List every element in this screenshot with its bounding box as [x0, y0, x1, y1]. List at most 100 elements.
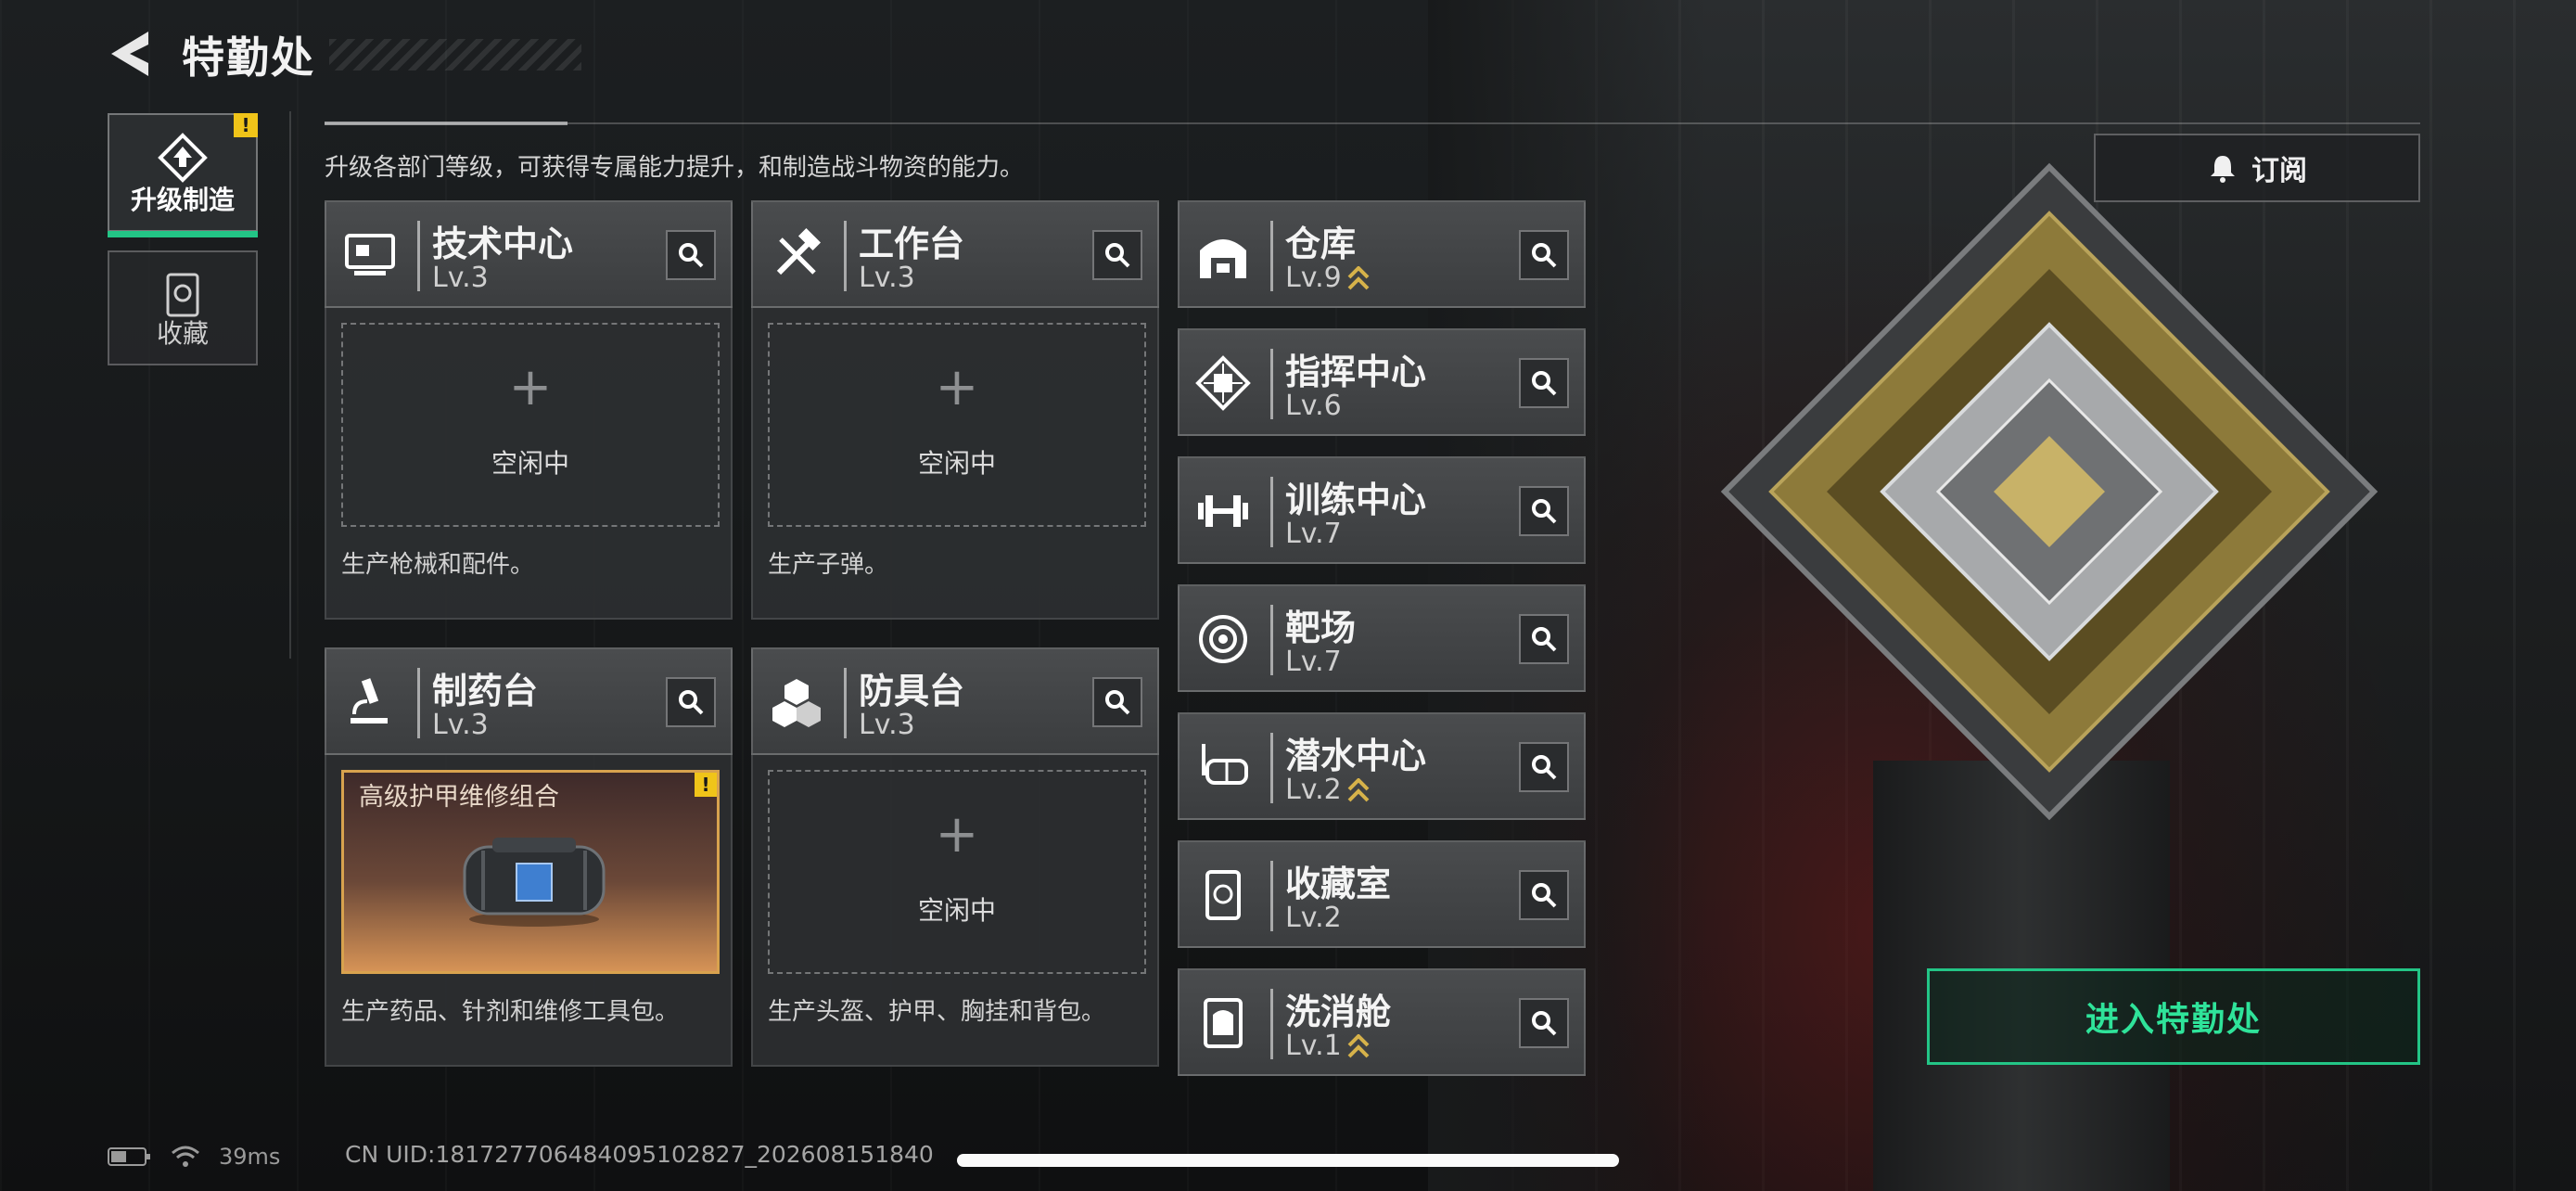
- separator: [1270, 349, 1273, 419]
- repair-kit-bag-image: [463, 838, 606, 927]
- search-icon: [1532, 1011, 1557, 1036]
- search-button[interactable]: [1519, 742, 1569, 792]
- search-button[interactable]: [1519, 870, 1569, 920]
- search-button[interactable]: [1519, 614, 1569, 664]
- hammer-wrench-icon: [776, 227, 822, 275]
- subscribe-label: 订阅: [2251, 155, 2307, 187]
- separator: [1270, 989, 1273, 1059]
- dept-name: 制药台: [432, 671, 539, 711]
- plus-icon: +: [935, 804, 979, 864]
- upgrade-arrow-icon: [1347, 1033, 1370, 1057]
- status-bar: 39ms: [108, 1141, 280, 1172]
- dept-level: Lv.2: [1285, 902, 1342, 934]
- dept-level: Lv.7: [1285, 646, 1342, 678]
- dept-card-warehouse[interactable]: 仓库 Lv.9: [1178, 200, 1586, 308]
- search-button[interactable]: [1092, 230, 1142, 280]
- workshop-panel: + 空闲中 生产枪械和配件。: [325, 308, 733, 620]
- workshop-description: 生产子弹。: [768, 551, 889, 579]
- subscribe-button[interactable]: 订阅: [2094, 134, 2420, 202]
- level-text: Lv.9: [1285, 262, 1342, 294]
- plus-icon: +: [935, 357, 979, 417]
- tab-upgrade-manufacture[interactable]: 升级制造 !: [108, 113, 258, 237]
- facility-cube-illustration: [1720, 162, 2378, 821]
- page-title: 特勤处: [182, 32, 315, 83]
- dept-level: Lv.2: [1285, 774, 1370, 806]
- dept-card-shooting-range[interactable]: 靶场 Lv.7: [1178, 584, 1586, 692]
- slot-status: 空闲中: [491, 448, 569, 479]
- dept-level: Lv.3: [859, 262, 915, 294]
- cubes-icon: [772, 679, 821, 727]
- separator: [417, 221, 420, 291]
- idle-slot[interactable]: + 空闲中: [768, 770, 1146, 974]
- search-icon: [1532, 371, 1557, 396]
- search-icon: [1105, 243, 1130, 268]
- dept-card-pharmacy[interactable]: 制药台 Lv.3: [325, 647, 733, 755]
- active-tab-indicator: [108, 231, 258, 237]
- search-icon: [1532, 883, 1557, 908]
- dept-level: Lv.7: [1285, 518, 1342, 550]
- ping-text: 39ms: [219, 1144, 281, 1170]
- upgrade-arrow-icon: [1347, 265, 1370, 289]
- tab-label: 升级制造: [130, 185, 235, 215]
- home-indicator[interactable]: [957, 1154, 1619, 1167]
- slot-status: 空闲中: [917, 895, 996, 926]
- target-icon: [1199, 615, 1247, 663]
- dept-card-workbench[interactable]: 工作台 Lv.3: [751, 200, 1159, 308]
- search-button[interactable]: [1092, 677, 1142, 727]
- dept-level: Lv.9: [1285, 262, 1370, 294]
- decon-chamber-icon: [1204, 998, 1243, 1048]
- dept-name: 技术中心: [432, 224, 574, 264]
- idle-slot[interactable]: + 空闲中: [341, 323, 720, 527]
- tab-collection[interactable]: 收藏: [108, 250, 258, 365]
- separator: [1270, 605, 1273, 675]
- dept-name: 洗消舱: [1285, 992, 1392, 1032]
- search-icon: [1532, 243, 1557, 268]
- dept-card-training-center[interactable]: 训练中心 Lv.7: [1178, 456, 1586, 564]
- uid-text: CN UID:18172770648409510282​7_2026081518…: [345, 1141, 934, 1168]
- search-icon: [1532, 627, 1557, 652]
- separator: [844, 221, 847, 291]
- enter-facility-button[interactable]: 进入特勤处: [1927, 968, 2420, 1065]
- back-arrow-icon[interactable]: [104, 26, 159, 82]
- search-icon: [1532, 499, 1557, 524]
- dept-level: Lv.3: [432, 709, 489, 741]
- level-text: Lv.2: [1285, 774, 1342, 806]
- dept-level: Lv.3: [432, 262, 489, 294]
- level-text: Lv.1: [1285, 1030, 1342, 1062]
- dept-name: 工作台: [859, 224, 965, 264]
- workshop-panel: + 空闲中 生产头盔、护甲、胸挂和背包。: [751, 755, 1159, 1067]
- workshop-panel: + 空闲中 生产子弹。: [751, 308, 1159, 620]
- search-button[interactable]: [1519, 998, 1569, 1048]
- workshop-panel: 高级护甲维修组合 ! 生产药品、针剂和维修工具包。: [325, 755, 733, 1067]
- side-divider: [289, 111, 291, 659]
- search-button[interactable]: [1519, 358, 1569, 408]
- dept-card-collection-room[interactable]: 收藏室 Lv.2: [1178, 840, 1586, 948]
- slot-status: 空闲中: [917, 448, 996, 479]
- dept-card-armor-bench[interactable]: 防具台 Lv.3: [751, 647, 1159, 755]
- search-button[interactable]: [666, 677, 716, 727]
- dept-card-diving-center[interactable]: 潜水中心 Lv.2: [1178, 712, 1586, 820]
- dept-card-decon-chamber[interactable]: 洗消舱 Lv.1: [1178, 968, 1586, 1076]
- search-button[interactable]: [1519, 486, 1569, 536]
- dept-card-command-center[interactable]: 指挥中心 Lv.6: [1178, 328, 1586, 436]
- separator: [417, 668, 420, 738]
- separator: [1270, 733, 1273, 803]
- search-button[interactable]: [666, 230, 716, 280]
- divider: [325, 122, 2420, 124]
- collection-case-icon: [1205, 870, 1241, 920]
- dept-card-tech-center[interactable]: 技术中心 Lv.3: [325, 200, 733, 308]
- idle-slot[interactable]: + 空闲中: [768, 323, 1146, 527]
- dept-name: 仓库: [1285, 224, 1357, 264]
- separator: [844, 668, 847, 738]
- separator: [1270, 861, 1273, 931]
- wifi-icon: [172, 1146, 199, 1167]
- intro-text: 升级各部门等级，可获得专属能力提升，和制造战斗物资的能力。: [325, 154, 1025, 182]
- dept-name: 收藏室: [1285, 864, 1392, 904]
- diving-mask-icon: [1202, 744, 1248, 785]
- search-icon: [1105, 690, 1130, 715]
- search-icon: [679, 243, 704, 268]
- search-button[interactable]: [1519, 230, 1569, 280]
- alert-badge: !: [695, 773, 717, 797]
- crafting-slot[interactable]: 高级护甲维修组合 !: [341, 770, 720, 974]
- dept-name: 防具台: [859, 671, 965, 711]
